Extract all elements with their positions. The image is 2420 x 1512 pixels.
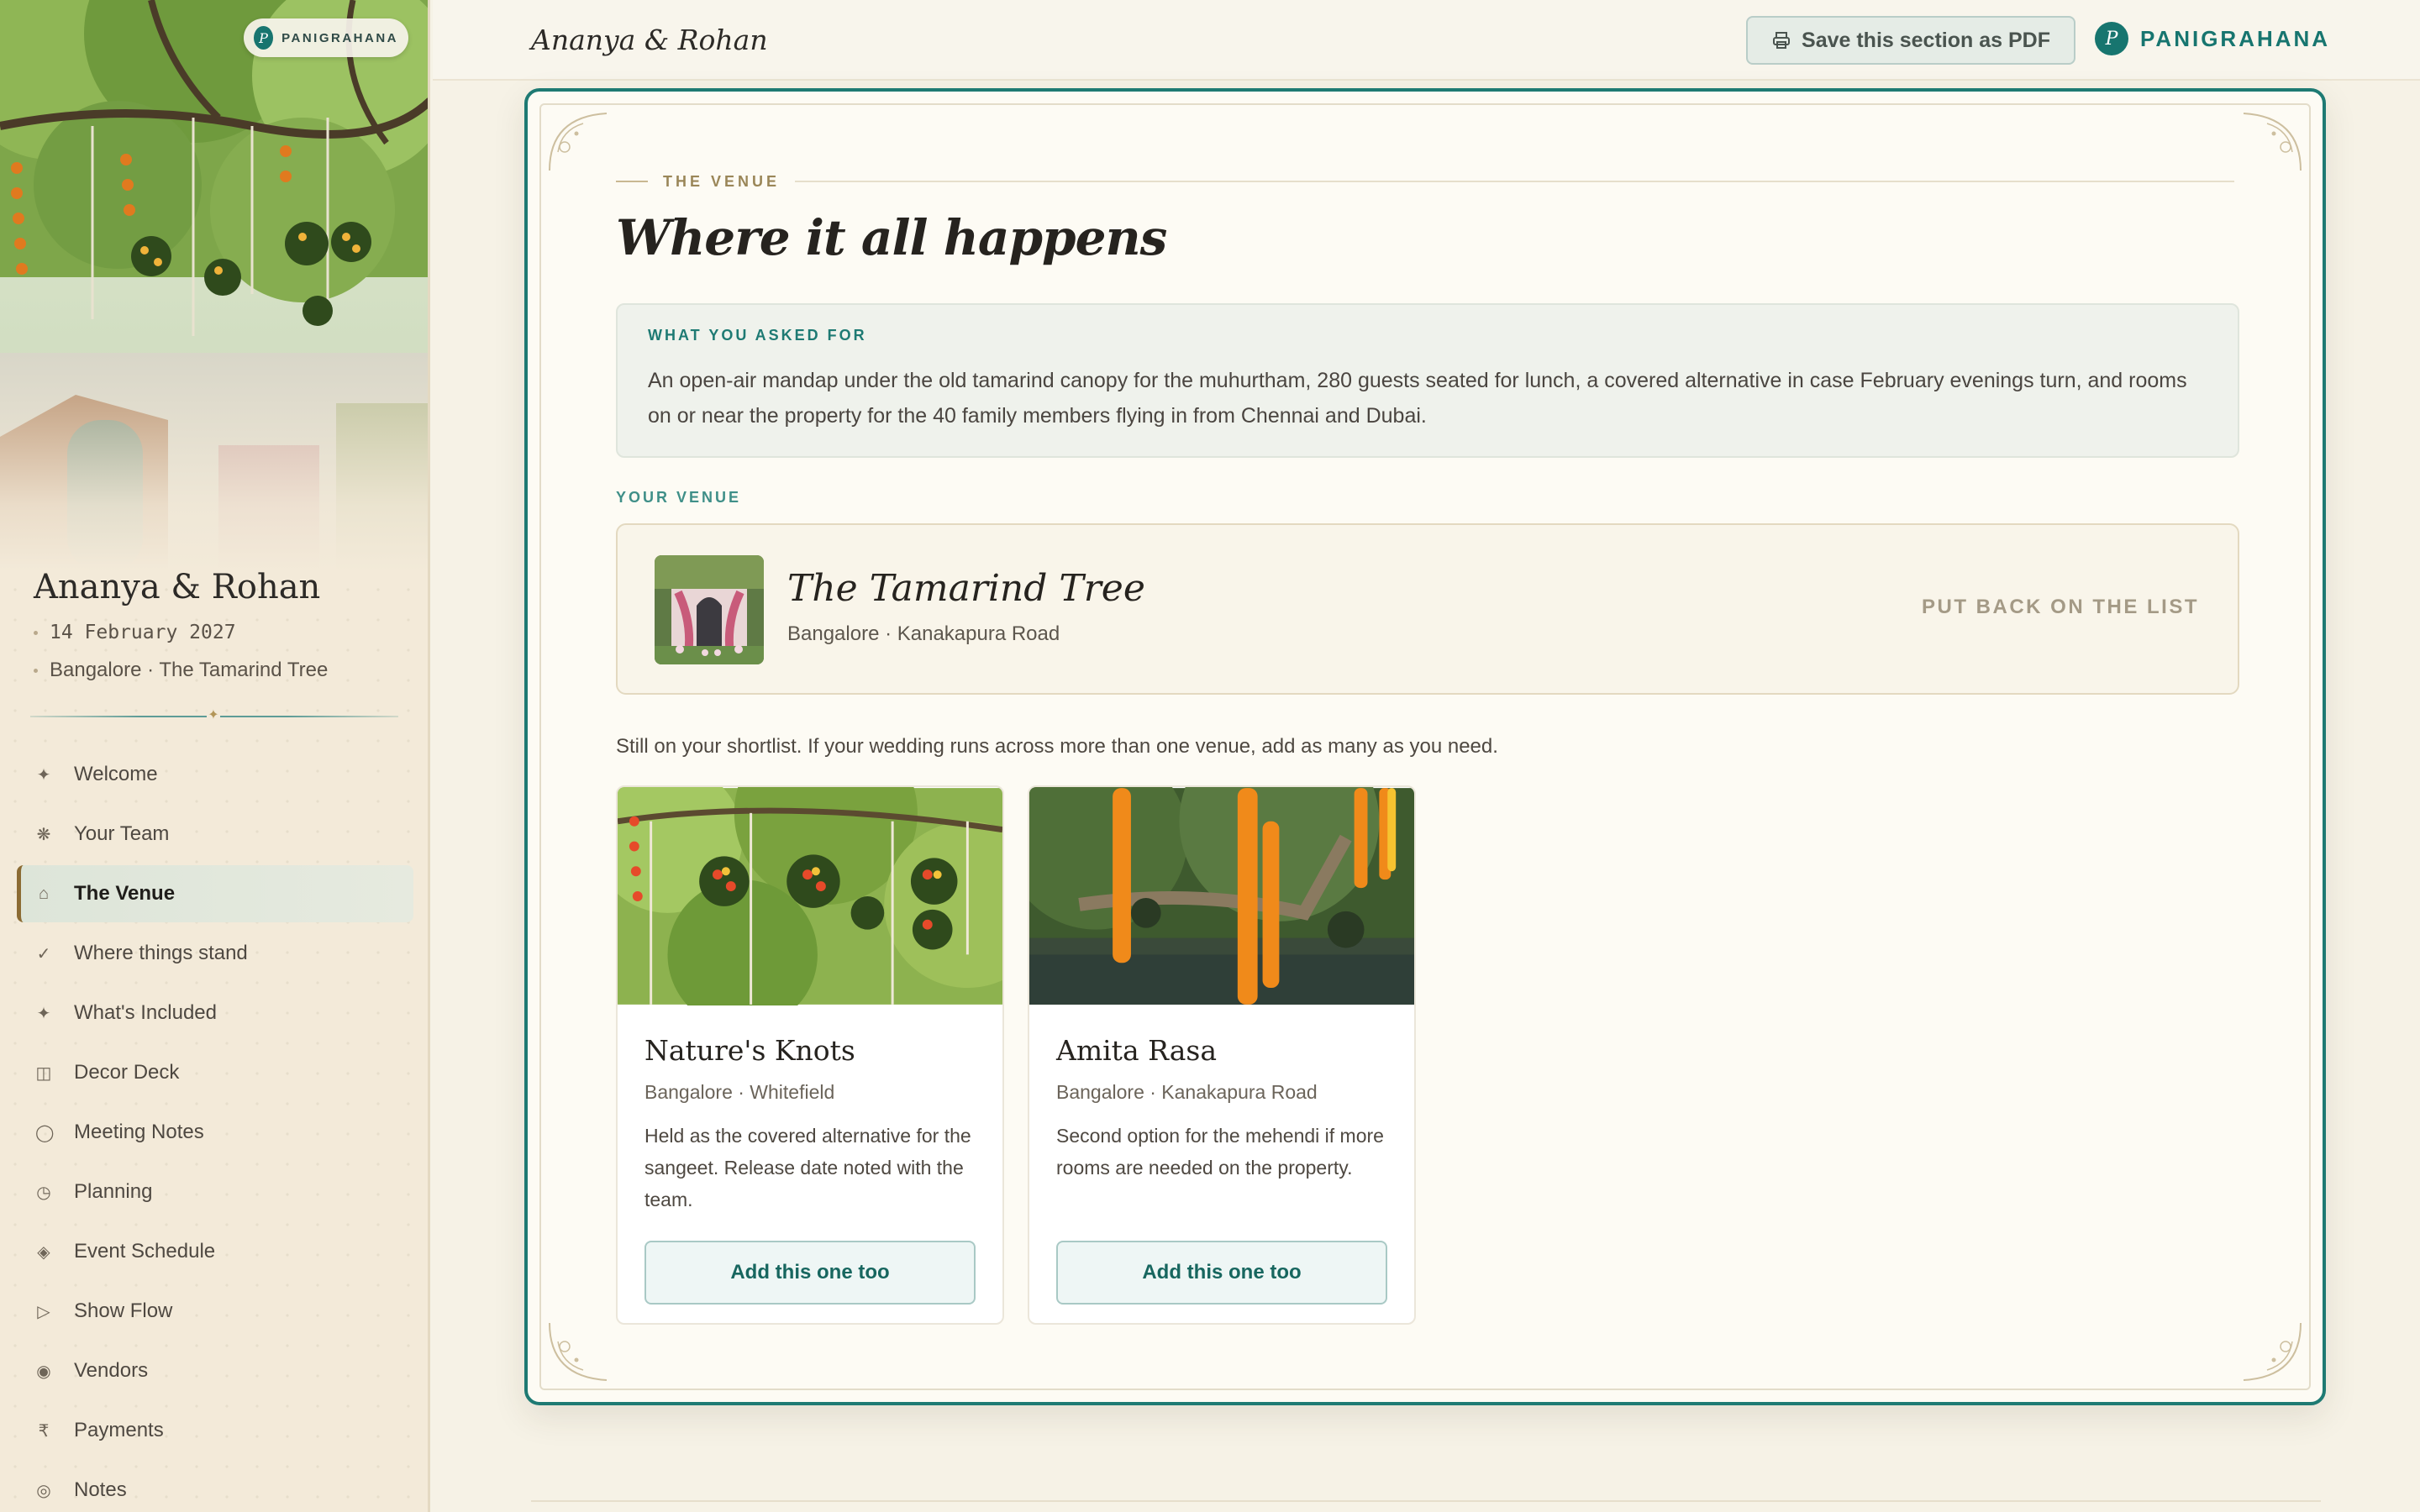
sidebar-item-label: Where things stand <box>74 942 248 964</box>
sidebar-item-label: Planning <box>74 1180 153 1203</box>
save-pdf-button[interactable]: Save this section as PDF <box>1746 16 2075 65</box>
corner-ornament-icon <box>2243 1322 2302 1381</box>
corner-ornament-icon <box>2243 113 2302 171</box>
brand-logo-icon: P <box>2095 22 2128 55</box>
next-section-divider <box>531 1500 2321 1502</box>
venue-thumbnail <box>655 555 764 664</box>
sidebar-item-label: Your Team <box>74 822 170 845</box>
sidebar-item-welcome[interactable]: ✦ Welcome <box>17 746 413 803</box>
wedding-date: 14 February 2027 <box>34 622 236 643</box>
top-bar: Ananya & Rohan Save this section as PDF … <box>433 0 2420 81</box>
sidebar-item-show-flow[interactable]: ▷ Show Flow <box>17 1283 413 1340</box>
venue-section-card: THE VENUE Where it all happens WHAT YOU … <box>524 88 2326 1405</box>
section-eyebrow: THE VENUE <box>616 173 2234 190</box>
top-brand: P PANIGRAHANA <box>2095 22 2330 55</box>
eyebrow-rule <box>616 181 648 182</box>
sidebar-item-planning[interactable]: ◷ Planning <box>17 1163 413 1221</box>
sidebar-item-the-venue[interactable]: ⌂ The Venue <box>17 865 413 922</box>
sidebar-nav: ✦ Welcome ❋ Your Team ⌂ The Venue ✓ Where thing… <box>17 746 413 1512</box>
sidebar-item-label: The Venue <box>74 882 176 905</box>
shortlist-venue-location: Bangalore · Whitefield <box>644 1081 835 1103</box>
requirements-text: An open-air mandap under the old tamarin… <box>648 369 2187 428</box>
shortlist-note: Still on your shortlist. If your wedding… <box>616 735 1498 758</box>
brand-pill: P PANIGRAHANA <box>244 18 408 57</box>
divider-star-icon: ✦ <box>207 707 220 724</box>
sidebar-item-notes[interactable]: ◎ Notes <box>17 1462 413 1512</box>
rupee-icon: ₹ <box>38 1421 50 1441</box>
sidebar-item-label: What's Included <box>74 1001 218 1024</box>
brand-name: PANIGRAHANA <box>2140 25 2331 51</box>
your-venue-label: YOUR VENUE <box>616 489 742 506</box>
sidebar-item-label: Welcome <box>74 763 158 785</box>
shortlist-venue-name: Nature's Knots <box>644 1034 855 1067</box>
wedding-location-text: Bangalore · The Tamarind Tree <box>50 659 329 681</box>
sidebar-item-what-s-included[interactable]: ✦ What's Included <box>17 984 413 1042</box>
sidebar-item-your-team[interactable]: ❋ Your Team <box>17 806 413 863</box>
sparkle-icon: ✦ <box>36 765 51 785</box>
sidebar-item-decor-deck[interactable]: ◫ Decor Deck <box>17 1044 413 1101</box>
shortlist-venue-description: Second option for the mehendi if more ro… <box>1056 1125 1384 1179</box>
deck-icon: ◫ <box>35 1063 52 1083</box>
shortlist-venue-location: Bangalore · Kanakapura Road <box>1056 1081 1318 1103</box>
wedding-date-text: 14 February 2027 <box>50 622 236 643</box>
requirements-box: WHAT YOU ASKED FOR An open-air mandap un… <box>616 303 2239 458</box>
save-pdf-label: Save this section as PDF <box>1802 28 2050 52</box>
sidebar-item-where-things-stand[interactable]: ✓ Where things stand <box>17 925 413 982</box>
couple-name: Ananya & Rohan <box>34 568 321 606</box>
sidebar: P PANIGRAHANA Ananya & Rohan 14 February… <box>0 0 430 1512</box>
clock-icon: ◷ <box>36 1183 51 1202</box>
bullet-dot <box>34 668 38 673</box>
dot-circle-icon: ◉ <box>36 1362 51 1381</box>
shortlist-venue-card: Amita Rasa Bangalore · Kanakapura Road S… <box>1028 785 1416 1325</box>
bullet-dot <box>34 630 38 635</box>
requirements-label: WHAT YOU ASKED FOR <box>648 327 867 344</box>
hero-fade <box>0 353 428 571</box>
eyebrow-label: THE VENUE <box>663 172 781 190</box>
venue-photo <box>1029 787 1414 1005</box>
play-icon: ▷ <box>37 1302 50 1321</box>
sidebar-item-label: Vendors <box>74 1359 149 1382</box>
venue-location: Bangalore · Kanakapura Road <box>787 622 1060 645</box>
wedding-location: Bangalore · The Tamarind Tree <box>34 659 328 682</box>
venue-name: The Tamarind Tree <box>787 567 1145 610</box>
sidebar-item-meeting-notes[interactable]: ◯ Meeting Notes <box>17 1104 413 1161</box>
check-icon: ✓ <box>36 944 51 963</box>
sidebar-item-label: Notes <box>74 1478 127 1501</box>
sidebar-item-label: Show Flow <box>74 1299 173 1322</box>
sidebar-item-event-schedule[interactable]: ◈ Event Schedule <box>17 1223 413 1280</box>
section-title: Where it all happens <box>616 209 1167 266</box>
sidebar-item-label: Event Schedule <box>74 1240 216 1263</box>
add-venue-button[interactable]: Add this one too <box>644 1241 976 1305</box>
selected-venue-card: The Tamarind Tree Bangalore · Kanakapura… <box>616 523 2239 695</box>
shortlist-venue-name: Amita Rasa <box>1056 1034 1217 1067</box>
sidebar-item-vendors[interactable]: ◉ Vendors <box>17 1342 413 1399</box>
sidebar-item-payments[interactable]: ₹ Payments <box>17 1402 413 1459</box>
venue-photo <box>618 787 1002 1005</box>
hero-photo: P PANIGRAHANA <box>0 0 428 571</box>
brand-logo-icon: P <box>254 26 274 50</box>
sidebar-item-label: Decor Deck <box>74 1061 180 1084</box>
shortlist-venue-card: Nature's Knots Bangalore · Whitefield He… <box>616 785 1004 1325</box>
shortlist-venue-description: Held as the covered alternative for the … <box>644 1125 971 1210</box>
circle-icon: ◯ <box>35 1123 55 1142</box>
corner-ornament-icon <box>549 1322 608 1381</box>
target-icon: ◎ <box>36 1481 51 1500</box>
flower-icon: ❋ <box>36 825 51 844</box>
sidebar-item-label: Payments <box>74 1419 164 1441</box>
sparkle-icon: ✦ <box>36 1004 51 1023</box>
eyebrow-rule <box>795 181 2234 182</box>
corner-ornament-icon <box>549 113 608 171</box>
printer-icon <box>1773 32 1791 49</box>
diamond-icon: ◈ <box>37 1242 50 1262</box>
mandap-photo <box>655 555 764 664</box>
home-icon: ⌂ <box>38 884 50 903</box>
brand-pill-label: PANIGRAHANA <box>281 30 398 45</box>
put-back-on-list-button[interactable]: PUT BACK ON THE LIST <box>1922 596 2199 619</box>
page-title: Ananya & Rohan <box>531 24 768 56</box>
sidebar-item-label: Meeting Notes <box>74 1121 204 1143</box>
add-venue-button[interactable]: Add this one too <box>1056 1241 1387 1305</box>
